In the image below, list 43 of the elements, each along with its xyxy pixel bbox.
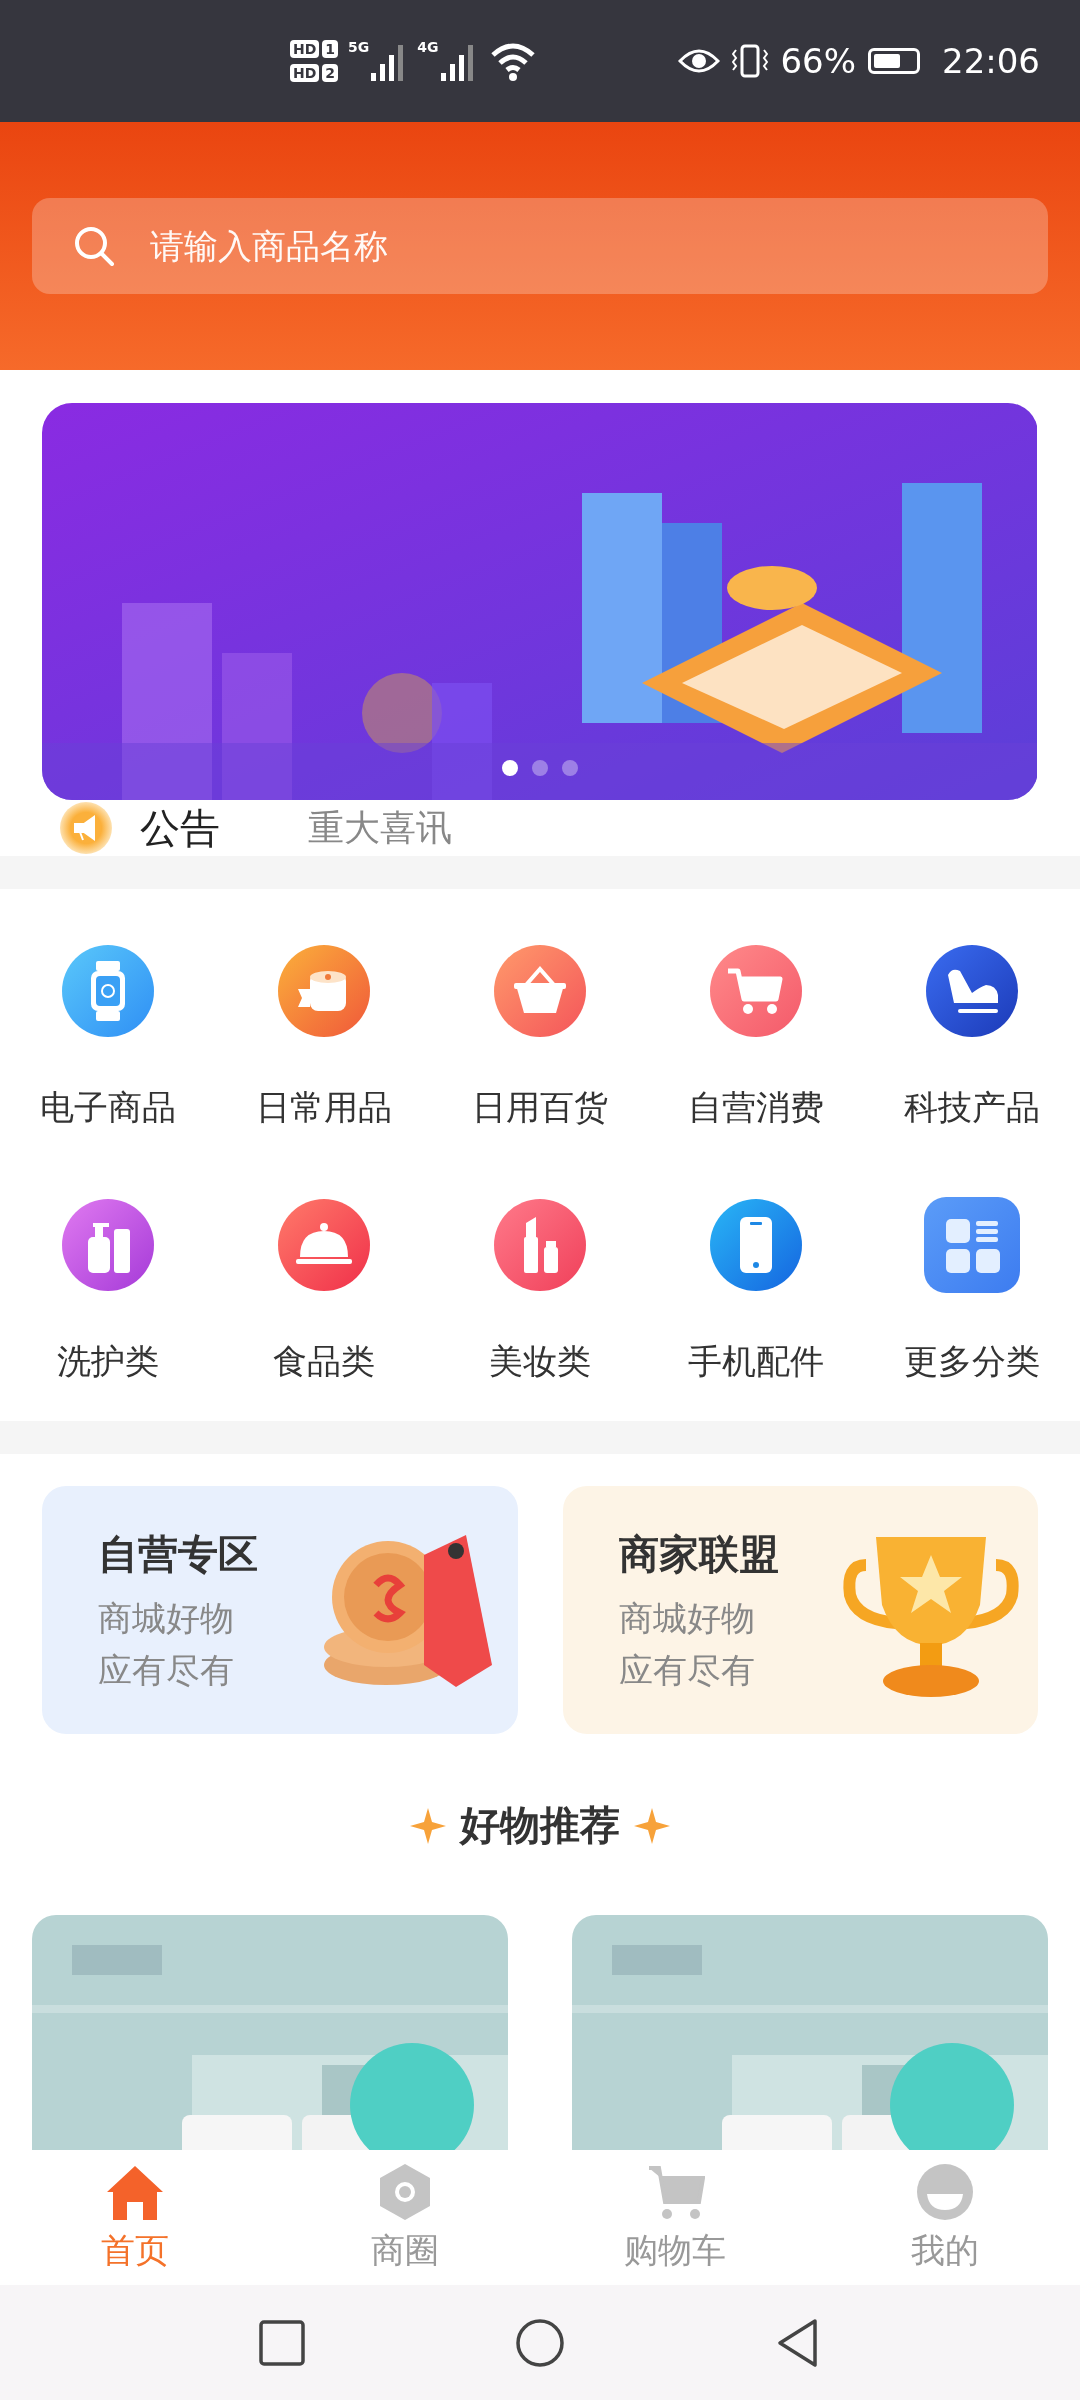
vibrate-icon (732, 44, 769, 78)
category-item[interactable]: 手机配件 (648, 1195, 864, 1385)
profile-icon (915, 2161, 975, 2222)
battery-percent: 66% (780, 41, 856, 81)
carousel-dot[interactable] (532, 760, 548, 776)
megaphone-icon (58, 800, 114, 856)
category-item[interactable]: 日常用品 (216, 941, 432, 1131)
promo-title: 商家联盟 (618, 1529, 779, 1579)
sim-slot-badge: 2 (322, 64, 339, 82)
promo-title: 自营专区 (98, 1529, 258, 1579)
category-item[interactable]: 洗护类 (0, 1195, 216, 1385)
category-item[interactable]: 科技产品 (864, 941, 1080, 1131)
category-item[interactable]: 电子商品 (0, 941, 216, 1131)
eye-icon (678, 47, 721, 75)
category-item[interactable]: 更多分类 (864, 1195, 1080, 1385)
hd-badge: HD (290, 40, 320, 58)
sparkle-icon (410, 1807, 446, 1844)
grid-icon (922, 1195, 1022, 1295)
category-item[interactable]: 美妆类 (432, 1195, 648, 1385)
notice-text[interactable]: 重大喜讯 (308, 803, 452, 853)
network-type: 4G (417, 39, 439, 55)
hd-badge: HD (290, 64, 320, 82)
wifi-icon (490, 41, 535, 81)
promo-subtitle: 商城好物 (98, 1596, 235, 1640)
battery-icon (868, 48, 920, 74)
promo-subtitle: 应有尽有 (618, 1648, 756, 1692)
section-title: 好物推荐 (460, 1801, 620, 1850)
promo-card[interactable]: 自营专区 商城好物 应有尽有 (42, 1486, 518, 1734)
carousel-dot[interactable] (562, 760, 578, 776)
notice-label: 公告 (140, 803, 220, 853)
category-item[interactable]: 食品类 (216, 1195, 432, 1385)
home-button[interactable] (515, 2317, 565, 2368)
sim-slot-badge: 1 (322, 40, 339, 58)
search-icon (72, 224, 116, 268)
promo-card[interactable]: 商家联盟 商城好物 应有尽有 (562, 1486, 1038, 1734)
sparkle-icon (634, 1807, 670, 1844)
network-type: 5G (348, 39, 370, 55)
promo-subtitle: 商城好物 (618, 1596, 756, 1640)
category-item[interactable]: 日用百货 (432, 941, 648, 1131)
promo-subtitle: 应有尽有 (98, 1648, 235, 1692)
category-item[interactable]: 自营消费 (648, 941, 864, 1131)
recents-button[interactable] (259, 2319, 305, 2366)
clock: 22:06 (942, 41, 1040, 81)
